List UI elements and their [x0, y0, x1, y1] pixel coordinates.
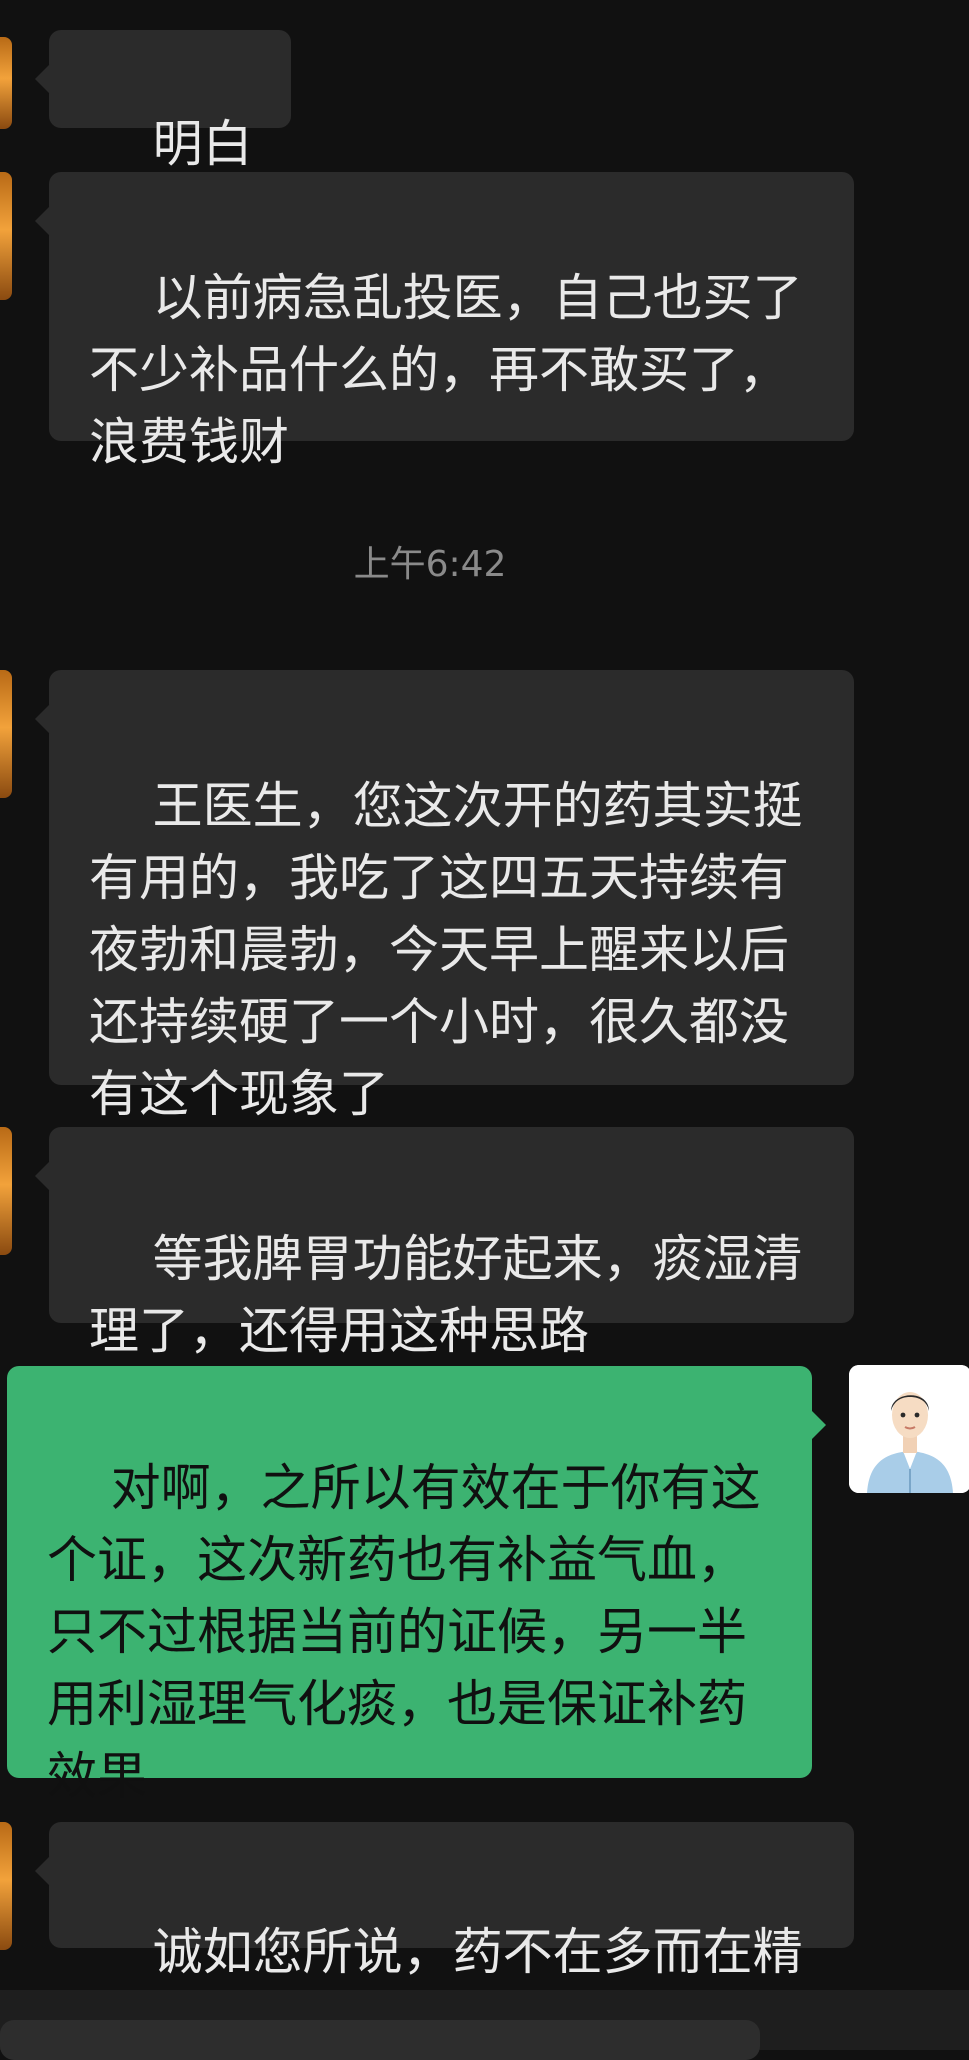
chat-view[interactable]: 明白了 以前病急乱投医，自己也买了不少补品什么的，再不敢买了，浪费钱财 上午6:…: [0, 0, 969, 1990]
input-bar: [0, 1990, 969, 2060]
doctor-avatar-illustration: [849, 1365, 969, 1493]
contact-avatar[interactable]: [0, 1822, 12, 1950]
contact-avatar[interactable]: [0, 172, 12, 300]
contact-avatar[interactable]: [0, 1127, 12, 1255]
message-text: 诚如您所说，药不在多而在精: [152, 1923, 803, 1981]
message-text: 等我脾胃功能好起来，痰湿清理了，还得用这种思路: [89, 1230, 803, 1360]
message-bubble[interactable]: 王医生，您这次开的药其实挺有用的，我吃了这四五天持续有夜勃和晨勃，今天早上醒来以…: [35, 670, 854, 1123]
message-bubble[interactable]: 诚如您所说，药不在多而在精: [35, 1822, 854, 1981]
chat-timestamp: 上午6:42: [353, 544, 507, 585]
contact-avatar[interactable]: [0, 670, 12, 798]
doctor-avatar[interactable]: [849, 1365, 969, 1493]
message-bubble[interactable]: 以前病急乱投医，自己也买了不少补品什么的，再不敢买了，浪费钱财: [35, 172, 854, 471]
message-text: 王医生，您这次开的药其实挺有用的，我吃了这四五天持续有夜勃和晨勃，今天早上醒来以…: [89, 777, 803, 1123]
message-bubble[interactable]: 明白了: [35, 30, 291, 245]
contact-avatar[interactable]: [0, 37, 12, 129]
message-text: 对啊，之所以有效在于你有这个证，这次新药也有补益气血，只不过根据当前的证候，另一…: [47, 1459, 761, 1805]
message-bubble-outgoing[interactable]: 对啊，之所以有效在于你有这个证，这次新药也有补益气血，只不过根据当前的证候，另一…: [7, 1366, 826, 1805]
message-text: 以前病急乱投医，自己也买了不少补品什么的，再不敢买了，浪费钱财: [89, 269, 803, 471]
message-bubble[interactable]: 等我脾胃功能好起来，痰湿清理了，还得用这种思路: [35, 1127, 854, 1360]
message-input[interactable]: [0, 2020, 760, 2060]
